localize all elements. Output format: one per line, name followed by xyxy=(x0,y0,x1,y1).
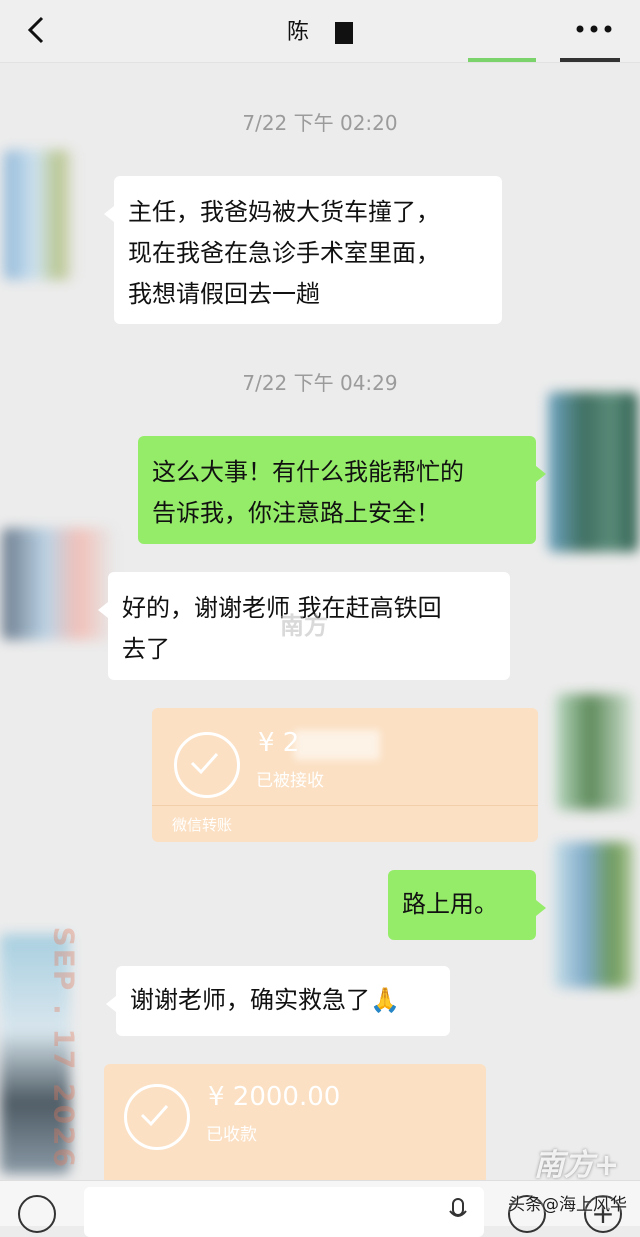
date-watermark: SEP . 17 2026 xyxy=(47,926,81,1170)
message-line: 路上用。 xyxy=(402,890,498,918)
message-line: 主任，我爸妈被大货车撞了， xyxy=(128,198,440,226)
transfer-amount: ¥ 2000.00 xyxy=(208,1082,341,1112)
message-line: 告诉我，你注意路上安全！ xyxy=(152,499,440,527)
message-line: 现在我爸在急诊手术室里面， xyxy=(128,239,440,267)
tab-indicator xyxy=(468,58,536,62)
transfer-footer-label: 微信转账 xyxy=(172,816,233,834)
message-bubble-outgoing: 路上用。 xyxy=(388,870,546,940)
check-circle-icon xyxy=(174,732,240,798)
message-bubble-incoming: 主任，我爸妈被大货车撞了， 现在我爸在急诊手术室里面， 我想请假回去一趟 xyxy=(104,176,502,324)
timestamp: 7/22 下午 02:20 xyxy=(242,111,398,135)
avatar[interactable] xyxy=(2,528,112,640)
message-line: 谢谢老师，确实救急了🙏 xyxy=(130,986,400,1014)
message-input[interactable] xyxy=(84,1187,484,1237)
check-circle-icon xyxy=(124,1084,190,1150)
more-dots-icon[interactable] xyxy=(574,18,614,40)
amount-redaction xyxy=(294,730,380,760)
message-bubble-incoming: 谢谢老师，确实救急了🙏 xyxy=(106,966,450,1036)
avatar[interactable] xyxy=(554,842,634,988)
avatar[interactable] xyxy=(4,150,74,280)
avatar[interactable] xyxy=(548,392,638,552)
corner-logo-watermark: 南方+ xyxy=(534,1148,620,1183)
transfer-status: 已被接收 xyxy=(256,771,324,791)
transfer-card[interactable]: ¥ 2000.00 已收款 xyxy=(104,1064,486,1184)
avatar[interactable] xyxy=(556,694,632,810)
mic-icon[interactable] xyxy=(448,1197,468,1227)
timestamp: 7/22 下午 04:29 xyxy=(242,371,398,395)
voice-icon[interactable] xyxy=(18,1195,56,1233)
tab-indicator-dark xyxy=(560,58,620,62)
name-redaction xyxy=(335,22,353,44)
message-line: 我想请假回去一趟 xyxy=(128,280,320,308)
transfer-footer: 微信转账 xyxy=(152,805,538,842)
source-credit: 头条@海上风华 xyxy=(508,1195,627,1215)
transfer-status: 已收款 xyxy=(206,1125,257,1145)
message-bubble-outgoing: 这么大事！有什么我能帮忙的 告诉我，你注意路上安全！ xyxy=(138,436,546,544)
center-logo-watermark: 南方 xyxy=(280,612,328,640)
message-line: 这么大事！有什么我能帮忙的 xyxy=(152,458,464,486)
transfer-card[interactable]: ¥ 2 已被接收 微信转账 xyxy=(152,708,538,842)
chat-header: 陈 xyxy=(0,0,640,63)
contact-title: 陈 xyxy=(0,14,640,46)
contact-name: 陈 xyxy=(286,20,309,45)
